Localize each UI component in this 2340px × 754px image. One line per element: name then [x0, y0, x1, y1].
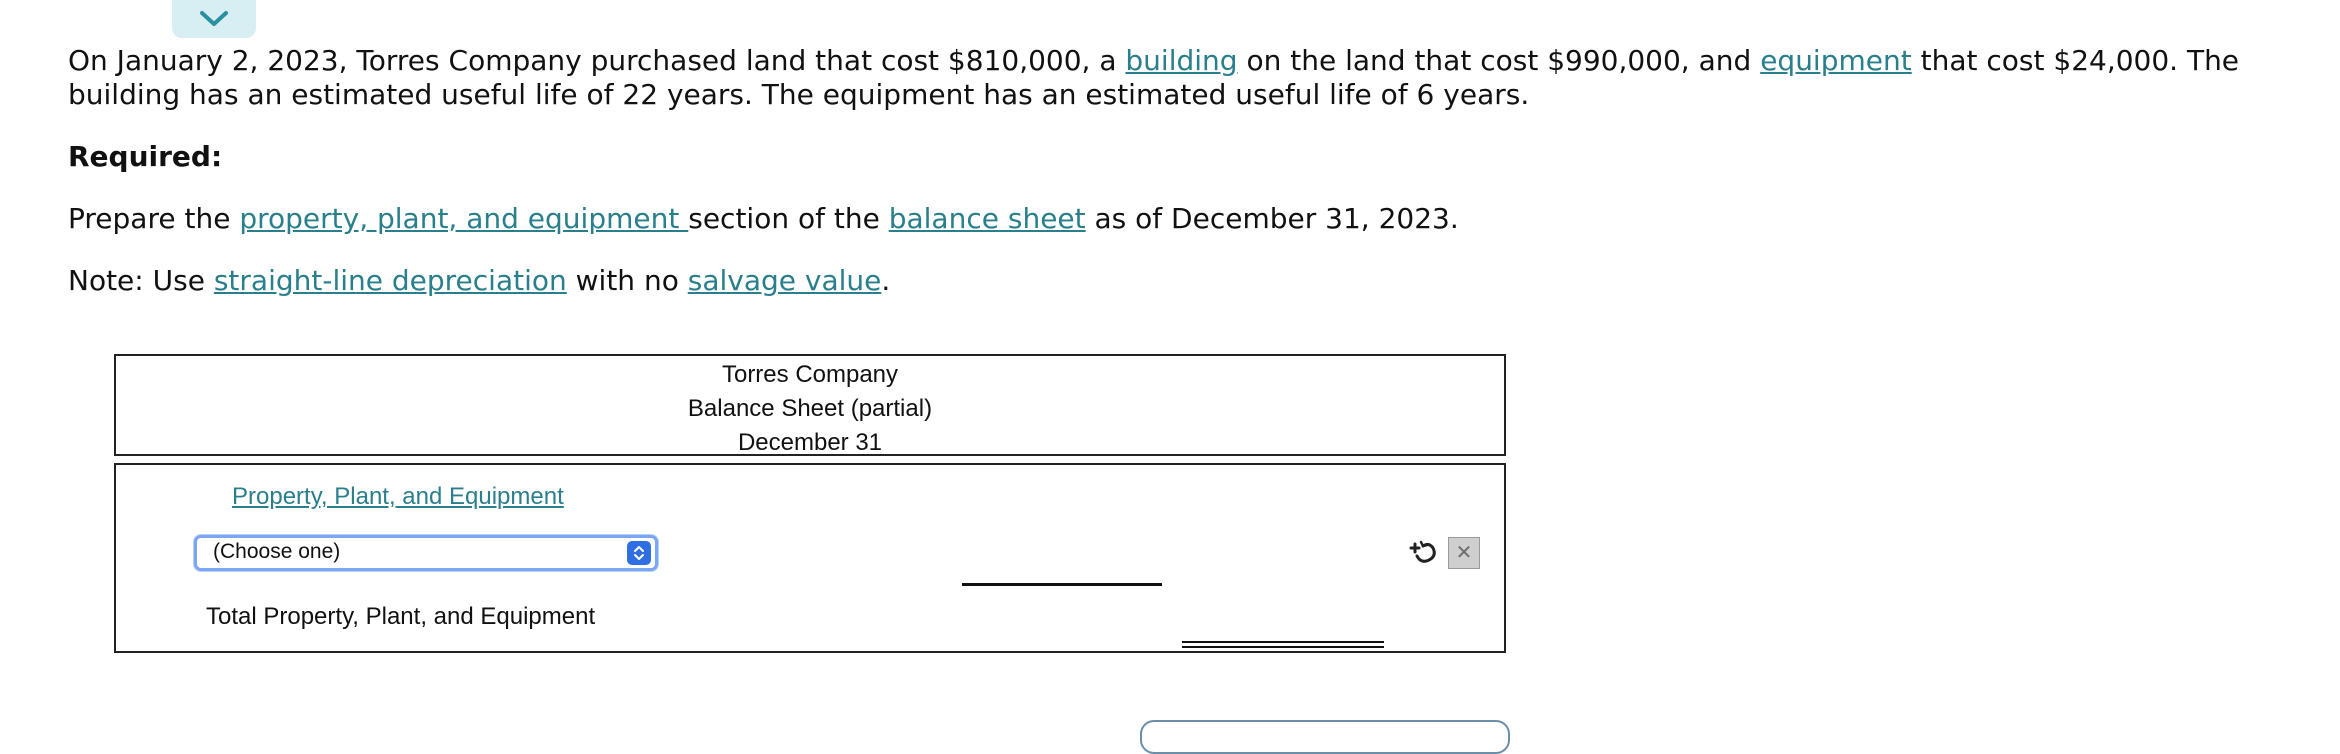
problem-text-2: on the land that cost $990,000, and [1237, 44, 1761, 77]
instruction-text-1: Prepare the [68, 202, 240, 235]
statement-body: Property, Plant, and Equipment (Choose o… [114, 463, 1506, 653]
account-select[interactable]: (Choose one) [194, 535, 658, 571]
total-ppe-label: Total Property, Plant, and Equipment [206, 603, 596, 630]
equipment-link[interactable]: equipment [1760, 44, 1912, 77]
instruction-text: Prepare the property, plant, and equipme… [68, 202, 1459, 235]
problem-text-1: On January 2, 2023, Torres Company purch… [68, 44, 1126, 77]
close-icon: ✕ [1455, 542, 1473, 564]
delete-row-button[interactable]: ✕ [1448, 537, 1480, 569]
add-row-icon[interactable] [1406, 535, 1442, 571]
select-updown-icon [627, 541, 651, 565]
note-text-1: Note: Use [68, 264, 214, 297]
salvage-value-link[interactable]: salvage value [688, 264, 882, 297]
account-select-value: (Choose one) [213, 540, 341, 563]
straight-line-depreciation-link[interactable]: straight-line depreciation [214, 264, 567, 297]
building-link[interactable]: building [1125, 44, 1237, 77]
statement-header: Torres Company Balance Sheet (partial) D… [114, 354, 1506, 456]
required-heading: Required: [68, 140, 223, 173]
balance-sheet-link[interactable]: balance sheet [889, 202, 1086, 235]
statement-date: December 31 [737, 429, 883, 456]
note-text-2: with no [566, 264, 688, 297]
problem-statement: On January 2, 2023, Torres Company purch… [68, 44, 2298, 112]
chevron-down-icon [196, 8, 232, 30]
collapse-toggle[interactable] [172, 0, 256, 38]
statement-title: Balance Sheet (partial) [687, 395, 933, 422]
instruction-text-3: as of December 31, 2023. [1085, 202, 1459, 235]
amount-input-line[interactable] [962, 583, 1162, 586]
total-amount-line[interactable] [1182, 641, 1384, 648]
instruction-text-2: section of the [688, 202, 889, 235]
note-text-3: . [881, 264, 891, 297]
bottom-action-button[interactable] [1140, 720, 1510, 754]
ppe-link[interactable]: property, plant, and equipment [239, 202, 688, 235]
ppe-section-heading-link[interactable]: Property, Plant, and Equipment [232, 483, 564, 511]
note-text: Note: Use straight-line depreciation wit… [68, 264, 890, 297]
company-name: Torres Company [721, 361, 899, 388]
